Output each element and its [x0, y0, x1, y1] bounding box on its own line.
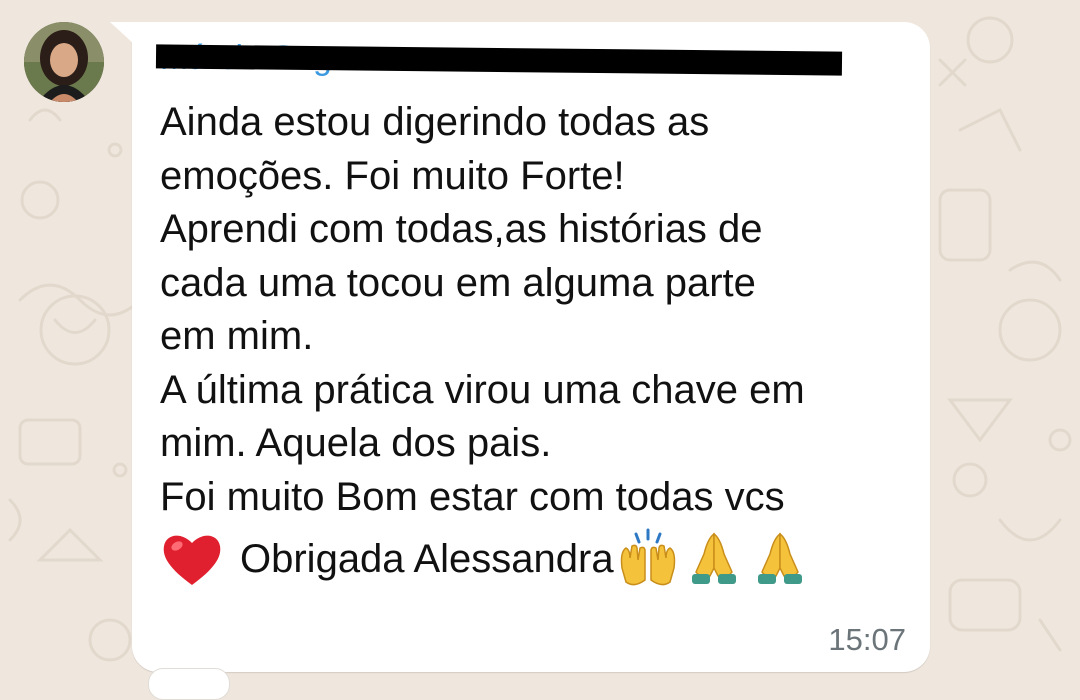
message-bubble[interactable]: Márcia Segues ... Ainda estou digerindo …: [110, 22, 930, 672]
message-line: em mim.: [160, 314, 314, 358]
message-timestamp: 15:07: [828, 622, 906, 657]
message-line: cada uma tocou em alguma parte: [160, 260, 756, 305]
sender-avatar[interactable]: [24, 22, 104, 102]
message-line: emoções. Foi muito Forte!: [160, 153, 625, 198]
bubble-tail: [110, 22, 134, 44]
folded-hands-icon: [682, 528, 746, 590]
raising-hands-icon: [616, 528, 680, 590]
reaction-chip[interactable]: [148, 668, 230, 700]
message-line: Ainda estou digerindo todas as: [160, 100, 710, 144]
message-line: mim. Aquela dos pais.: [160, 421, 552, 465]
folded-hands-icon: [748, 528, 812, 590]
message-line: A última prática virou uma chave em: [160, 367, 805, 412]
message-line: Foi muito Bom estar com todas vcs: [160, 474, 785, 519]
red-heart-icon: [163, 535, 221, 585]
message-line: Aprendi com todas,as histórias de: [160, 207, 763, 251]
message-text: Ainda estou digerindo todas as emoções. …: [160, 96, 920, 588]
message-closing-line: Obrigada Alessandra: [160, 528, 920, 590]
closing-text: Obrigada Alessandra: [240, 536, 614, 581]
profile-photo-icon: [24, 22, 104, 102]
